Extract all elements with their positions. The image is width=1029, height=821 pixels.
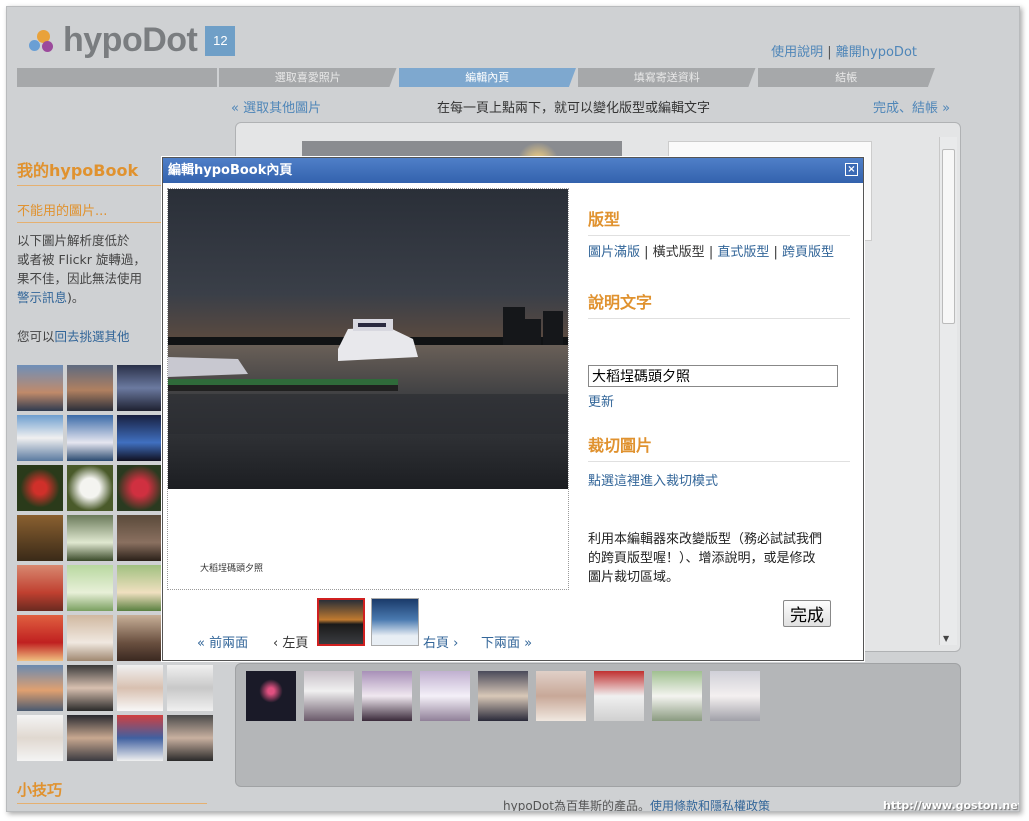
- step-select-photos[interactable]: 選取喜愛照片: [219, 68, 397, 87]
- back-link[interactable]: « 選取其他圖片: [231, 97, 321, 116]
- page-pager: « 前兩面 ‹ 左頁 右頁 › 下兩面 »: [197, 598, 577, 651]
- terms-link[interactable]: 使用條款和隱私權政策: [650, 799, 770, 811]
- layout-full-link[interactable]: 圖片滿版: [588, 245, 640, 260]
- caption-title: 說明文字: [588, 289, 850, 319]
- logo-badge: 12: [205, 25, 236, 56]
- dialog-title: 編輯hypoBook內頁: [168, 163, 293, 178]
- thumbnail[interactable]: [117, 565, 163, 611]
- header: hypoDot 12 使用說明 | 離開hypoDot: [17, 13, 937, 71]
- thumbnail[interactable]: [117, 465, 163, 511]
- page-editor[interactable]: 大稻埕碼頭夕照: [167, 188, 569, 590]
- thumbnail[interactable]: [117, 415, 163, 461]
- edit-page-dialog: 編輯hypoBook內頁 × 大稻埕碼頭夕照 « 前兩面 ‹ 左頁 右頁 › 下…: [162, 157, 864, 661]
- page-photo[interactable]: [168, 189, 568, 489]
- crop-mode-link[interactable]: 點選這裡進入裁切模式: [588, 474, 718, 489]
- step-shipping[interactable]: 填寫寄送資料: [578, 68, 756, 87]
- watermark: http://www.goston.net/: [883, 799, 1020, 812]
- thumbnail[interactable]: [17, 615, 63, 661]
- thumbnail[interactable]: [67, 365, 113, 411]
- right-page-link[interactable]: 右頁 ›: [423, 632, 458, 651]
- layout-landscape-current: 橫式版型: [652, 245, 705, 260]
- thumbnail[interactable]: [67, 515, 113, 561]
- film-thumb[interactable]: [710, 671, 760, 721]
- done-button[interactable]: 完成: [783, 600, 831, 627]
- thumbnail[interactable]: [17, 565, 63, 611]
- photo-caption: 大稻埕碼頭夕照: [200, 564, 264, 574]
- thumbnail[interactable]: [67, 415, 113, 461]
- thumbnail[interactable]: [17, 465, 63, 511]
- thumbnail[interactable]: [167, 715, 213, 761]
- update-link[interactable]: 更新: [588, 395, 614, 410]
- preview-scrollbar[interactable]: ▼: [939, 137, 957, 645]
- dialog-titlebar: 編輯hypoBook內頁 ×: [163, 158, 863, 183]
- logo-text: hypoDot: [63, 21, 198, 59]
- finish-link[interactable]: 完成、結帳 »: [873, 97, 950, 116]
- progress-steps: 選取喜愛照片 編輯內頁 填寫寄送資料 結帳: [17, 68, 937, 87]
- help-text: 利用本編輯器來改變版型（務必試試我們的跨頁版型喔！）、增添說明，或是修改圖片裁切…: [588, 532, 823, 585]
- step-blank: [17, 68, 217, 87]
- pick-other-link[interactable]: 回去挑選其他: [55, 329, 130, 344]
- film-thumb[interactable]: [420, 671, 470, 721]
- thumbnail[interactable]: [17, 665, 63, 711]
- footer-text: hypoDot為百隼斯的產品。: [503, 799, 650, 812]
- left-page-label[interactable]: ‹ 左頁: [273, 632, 308, 651]
- thumbnail[interactable]: [117, 715, 163, 761]
- logo-dots-icon: [27, 28, 57, 54]
- step-checkout[interactable]: 結帳: [757, 68, 935, 87]
- film-thumb[interactable]: [304, 671, 354, 721]
- hint-text: 在每一頁上點兩下，就可以變化版型或編輯文字: [437, 101, 711, 116]
- separator: |: [827, 45, 832, 60]
- thumbnail[interactable]: [67, 565, 113, 611]
- layout-spread-link[interactable]: 跨頁版型: [782, 245, 834, 260]
- layout-options: 圖片滿版 | 橫式版型 | 直式版型 | 跨頁版型: [588, 245, 835, 260]
- layout-portrait-link[interactable]: 直式版型: [717, 245, 769, 260]
- step-edit-pages[interactable]: 編輯內頁: [398, 68, 576, 87]
- thumbnail[interactable]: [17, 365, 63, 411]
- film-thumb[interactable]: [246, 671, 296, 721]
- thumbnail[interactable]: [117, 365, 163, 411]
- leave-link[interactable]: 離開hypoDot: [836, 45, 917, 60]
- thumbnail[interactable]: [117, 665, 163, 711]
- film-thumb[interactable]: [652, 671, 702, 721]
- film-thumb[interactable]: [594, 671, 644, 721]
- help-link[interactable]: 使用說明: [771, 45, 823, 60]
- scroll-thumb[interactable]: [942, 149, 955, 324]
- prev-spread-link[interactable]: « 前兩面: [197, 632, 248, 651]
- caption-input[interactable]: [588, 365, 838, 387]
- thumbnail[interactable]: [17, 415, 63, 461]
- close-icon[interactable]: ×: [845, 163, 858, 176]
- thumbnail[interactable]: [167, 665, 213, 711]
- thumbnail[interactable]: [67, 715, 113, 761]
- left-page-thumb[interactable]: [317, 598, 365, 646]
- thumbnail[interactable]: [67, 465, 113, 511]
- top-links: 使用說明 | 離開hypoDot: [771, 41, 917, 60]
- scroll-down-icon[interactable]: ▼: [943, 634, 949, 643]
- thumbnail[interactable]: [117, 615, 163, 661]
- crop-title: 裁切圖片: [588, 432, 850, 462]
- film-thumb[interactable]: [536, 671, 586, 721]
- film-thumb[interactable]: [478, 671, 528, 721]
- filmstrip-thumbs: [246, 671, 760, 721]
- tips-title: 小技巧: [17, 779, 207, 804]
- thumbnail[interactable]: [117, 515, 163, 561]
- thumbnail[interactable]: [67, 615, 113, 661]
- layout-title: 版型: [588, 206, 850, 236]
- page-filmstrip: [235, 663, 961, 787]
- right-page-thumb[interactable]: [371, 598, 419, 646]
- footer: hypoDot為百隼斯的產品。使用條款和隱私權政策: [503, 797, 770, 812]
- thumbnail[interactable]: [17, 715, 63, 761]
- warning-link[interactable]: 警示訊息: [17, 290, 67, 305]
- thumbnail[interactable]: [17, 515, 63, 561]
- app-window: hypoDot 12 使用說明 | 離開hypoDot 選取喜愛照片 編輯內頁 …: [6, 6, 1020, 812]
- film-thumb[interactable]: [362, 671, 412, 721]
- logo[interactable]: hypoDot 12: [27, 21, 236, 60]
- edit-panel: 版型 圖片滿版 | 橫式版型 | 直式版型 | 跨頁版型 說明文字 更新 裁切圖…: [588, 206, 850, 489]
- next-spread-link[interactable]: 下兩面 »: [481, 632, 532, 651]
- thumbnail[interactable]: [67, 665, 113, 711]
